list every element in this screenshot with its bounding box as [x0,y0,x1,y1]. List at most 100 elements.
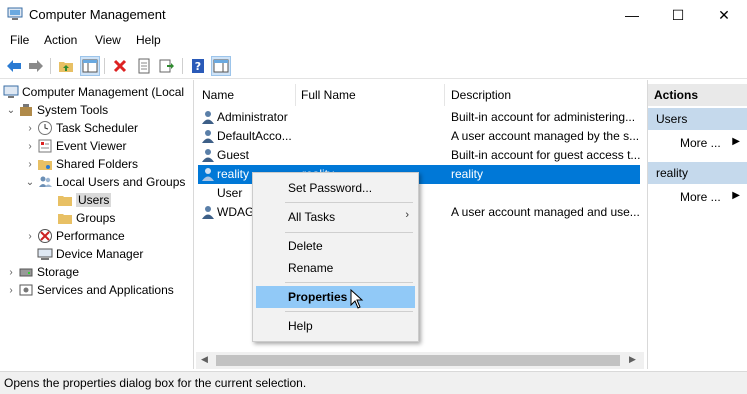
tree-item-shared-folders[interactable]: › Shared Folders [25,155,138,173]
help-button[interactable]: ? [188,56,208,76]
actions-section-users[interactable]: Users [648,108,747,130]
expand-arrow-icon[interactable]: › [25,231,35,242]
svg-text:?: ? [195,60,201,73]
table-row[interactable]: Administrator Built-in account for admin… [198,108,640,127]
tree-item-storage[interactable]: › Storage [6,263,79,281]
table-row[interactable]: Guest Built-in account for guest access … [198,146,640,165]
close-icon: ✕ [718,6,730,23]
tree-label: Storage [37,265,80,279]
toolbar: ? [0,52,747,79]
users-group-icon [37,174,53,190]
menu-item-all-tasks[interactable]: All Tasks › [256,206,415,228]
scrollbar-thumb[interactable] [216,355,620,366]
actions-more-users[interactable]: More ... ▶ [680,136,744,150]
cell-description: A user account managed by the s... [451,129,640,143]
system-tools-icon [18,102,34,118]
cell-name: reality [217,167,250,181]
cell-description: Built-in account for guest access t... [451,148,641,162]
properties-icon [138,58,150,74]
export-list-button[interactable] [157,56,177,76]
folder-icon [57,210,73,226]
services-icon [18,282,34,298]
delete-icon [113,59,127,73]
actions-section-reality[interactable]: reality [648,162,747,184]
back-arrow-icon [7,60,21,72]
maximize-icon: ☐ [671,6,685,23]
close-button[interactable]: ✕ [701,0,747,30]
submenu-arrow-icon: ▶ [732,136,740,147]
show-action-pane-icon [213,59,229,73]
tree-label: Users [76,193,112,207]
up-one-level-button[interactable] [56,56,76,76]
expand-arrow-icon[interactable]: › [25,123,35,134]
menu-help[interactable]: Help [136,33,161,47]
more-label: More ... [680,136,721,150]
tree-label: Performance [56,229,125,243]
mouse-pointer-icon [350,289,364,309]
console-tree[interactable]: Computer Management (Local ⌄ System Tool… [0,80,194,369]
tree-label: Services and Applications [37,283,174,297]
expand-arrow-icon[interactable]: › [25,141,35,152]
column-header-description[interactable]: Description [451,88,511,102]
show-hide-console-tree-button[interactable] [80,56,100,76]
tree-item-computer-management[interactable]: Computer Management (Local [3,83,184,101]
actions-pane: Actions Users More ... ▶ reality More ..… [647,80,747,369]
cell-description: A user account managed and use... [451,205,640,219]
tree-item-task-scheduler[interactable]: › Task Scheduler [25,119,138,137]
menu-file[interactable]: File [10,33,29,47]
back-button[interactable] [4,56,24,76]
tree-label: Device Manager [56,247,144,261]
horizontal-scrollbar[interactable]: ◀ ▶ [196,352,644,369]
menu-item-set-password[interactable]: Set Password... [256,177,415,199]
cell-description: reality [451,167,484,181]
scroll-left-icon[interactable]: ◀ [201,354,208,365]
menu-bar: File Action View Help [0,30,747,51]
clock-icon [37,120,53,136]
tree-label: Groups [76,211,116,225]
user-icon [200,147,216,163]
export-list-icon [159,59,174,73]
menu-view[interactable]: View [95,33,121,47]
column-header-full-name[interactable]: Full Name [301,88,356,102]
tree-item-services-apps[interactable]: › Services and Applications [6,281,174,299]
expand-arrow-icon[interactable]: › [25,159,35,170]
minimize-button[interactable]: — [609,0,655,30]
tree-item-groups[interactable]: Groups [57,209,115,227]
show-hide-action-pane-button[interactable] [211,56,231,76]
tree-label: Shared Folders [56,157,139,171]
tree-label: System Tools [37,103,109,117]
context-menu: Set Password... All Tasks › Delete Renam… [252,172,419,342]
status-bar: Opens the properties dialog box for the … [0,371,747,394]
menu-action[interactable]: Action [44,33,77,47]
actions-header: Actions [648,84,747,106]
table-row[interactable]: DefaultAcco... A user account managed by… [198,127,640,146]
tree-item-system-tools[interactable]: ⌄ System Tools [6,101,108,119]
tree-item-local-users-groups[interactable]: ⌄ Local Users and Groups [25,173,186,191]
tree-item-device-manager[interactable]: Device Manager [37,245,143,263]
column-header-name[interactable]: Name [202,88,234,102]
cell-description: Built-in account for administering... [451,110,636,124]
collapse-arrow-icon[interactable]: ⌄ [25,177,35,188]
properties-button[interactable] [134,56,154,76]
user-icon [200,128,216,144]
tree-item-event-viewer[interactable]: › Event Viewer [25,137,126,155]
storage-icon [18,264,34,280]
delete-button[interactable] [110,56,130,76]
forward-button[interactable] [26,56,46,76]
menu-item-delete[interactable]: Delete [256,235,415,257]
user-icon [200,204,216,220]
folder-icon [57,192,73,208]
scroll-right-icon[interactable]: ▶ [629,354,636,365]
maximize-button[interactable]: ☐ [655,0,701,30]
expand-arrow-icon[interactable]: › [6,285,16,296]
expand-arrow-icon[interactable]: › [6,267,16,278]
tree-item-performance[interactable]: › Performance [25,227,125,245]
collapse-arrow-icon[interactable]: ⌄ [6,105,16,116]
menu-item-properties[interactable]: Properties [256,286,415,308]
tree-item-users[interactable]: Users [57,191,112,209]
menu-item-help[interactable]: Help [256,315,415,337]
title-bar: Computer Management — ☐ ✕ [0,0,747,30]
actions-more-reality[interactable]: More ... ▶ [680,190,744,204]
tree-label: Local Users and Groups [56,175,186,189]
menu-item-rename[interactable]: Rename [256,257,415,279]
